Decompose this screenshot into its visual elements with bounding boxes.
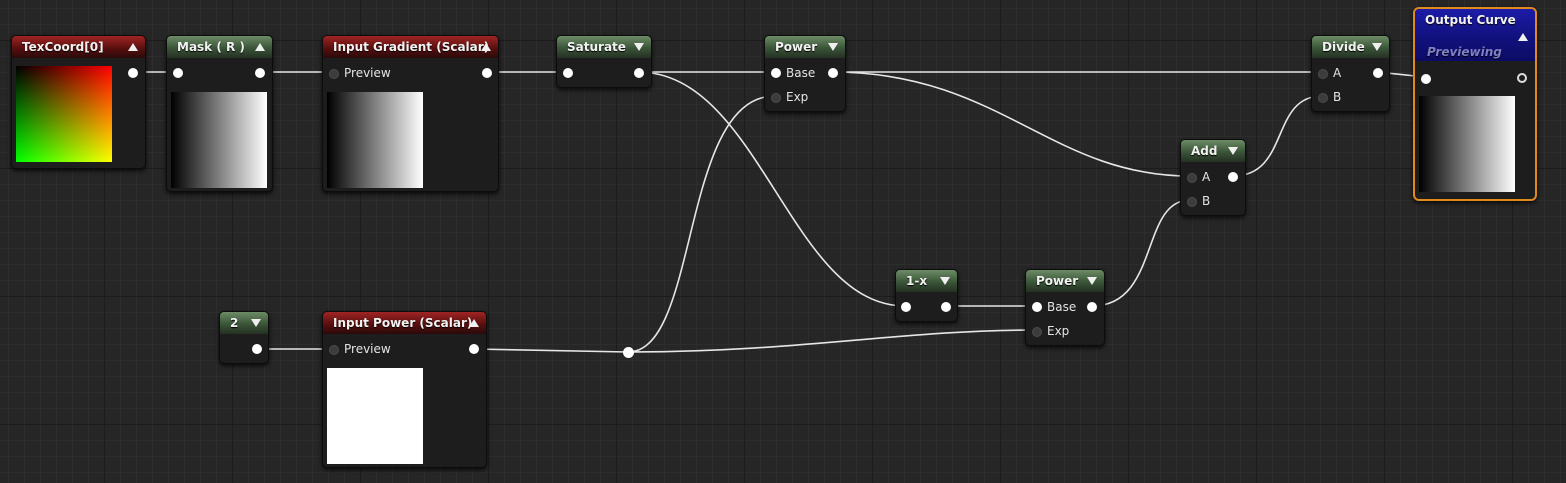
expand-icon[interactable] (1087, 277, 1097, 285)
input-power-preview-label: Preview (344, 342, 391, 356)
divide-a-pin[interactable] (1318, 69, 1328, 79)
collapse-icon[interactable] (1518, 33, 1528, 41)
divide-b-pin[interactable] (1318, 93, 1328, 103)
mask-input-pin[interactable] (173, 68, 183, 78)
power-top-title: Power (775, 40, 818, 54)
mask-title: Mask ( R ) (177, 40, 245, 54)
divide-a-label: A (1333, 66, 1342, 80)
input-power-header[interactable]: Input Power (Scalar) (323, 312, 486, 334)
divide-header[interactable]: Divide (1312, 36, 1389, 58)
power-bottom-output-pin[interactable] (1087, 302, 1097, 312)
wire-reroute-power-exp (627, 95, 776, 353)
constant-node[interactable]: 2 (219, 311, 269, 364)
one-minus-node[interactable]: 1-x (895, 269, 958, 322)
power-top-exp-label: Exp (786, 90, 809, 104)
output-curve-header[interactable]: Output Curve Previewing (1415, 9, 1535, 61)
add-b-pin[interactable] (1187, 197, 1197, 207)
output-curve-input-pin[interactable] (1421, 74, 1431, 84)
add-a-pin[interactable] (1187, 173, 1197, 183)
wire-input-power-reroute (472, 348, 629, 353)
expand-icon[interactable] (634, 43, 644, 51)
power-top-output-pin[interactable] (828, 68, 838, 78)
mask-preview (171, 92, 267, 188)
constant-header[interactable]: 2 (220, 312, 268, 334)
saturate-header[interactable]: Saturate (557, 36, 651, 58)
reroute-node[interactable] (623, 347, 634, 358)
input-power-preview-pin[interactable] (329, 345, 339, 355)
one-minus-header[interactable]: 1-x (896, 270, 957, 292)
mask-node[interactable]: Mask ( R ) (166, 35, 273, 192)
input-gradient-preview-pin[interactable] (329, 69, 339, 79)
one-minus-output-pin[interactable] (941, 302, 951, 312)
power-bottom-title: Power (1036, 274, 1079, 288)
input-power-title: Input Power (Scalar) (333, 316, 473, 330)
input-gradient-preview (327, 92, 423, 188)
mask-header[interactable]: Mask ( R ) (167, 36, 272, 58)
expand-icon[interactable] (1372, 43, 1382, 51)
add-b-label: B (1202, 194, 1211, 208)
expand-icon[interactable] (1228, 147, 1238, 155)
wire-reroute-power-bottom-exp (627, 329, 1037, 353)
expand-icon[interactable] (940, 277, 950, 285)
output-curve-previewing-label: Previewing (1427, 45, 1502, 59)
power-bottom-exp-label: Exp (1047, 324, 1070, 338)
add-output-pin[interactable] (1228, 172, 1238, 182)
expand-icon[interactable] (828, 43, 838, 51)
input-power-output-pin[interactable] (469, 344, 479, 354)
divide-output-pin[interactable] (1373, 68, 1383, 78)
output-curve-preview (1419, 96, 1515, 192)
texcoord-node[interactable]: TexCoord[0] (11, 35, 146, 169)
input-gradient-output-pin[interactable] (482, 68, 492, 78)
saturate-input-pin[interactable] (563, 68, 573, 78)
mask-output-pin[interactable] (255, 68, 265, 78)
power-bottom-base-label: Base (1047, 300, 1077, 314)
power-top-base-pin[interactable] (771, 68, 781, 78)
expand-icon[interactable] (251, 319, 261, 327)
collapse-icon[interactable] (128, 43, 138, 51)
input-power-preview (327, 368, 423, 464)
output-curve-output-pin[interactable] (1517, 73, 1527, 83)
divide-b-label: B (1333, 90, 1342, 104)
input-gradient-header[interactable]: Input Gradient (Scalar) (323, 36, 498, 58)
divide-node[interactable]: Divide A B (1311, 35, 1390, 112)
power-top-base-label: Base (786, 66, 816, 80)
input-power-node[interactable]: Input Power (Scalar) Preview (322, 311, 487, 468)
saturate-title: Saturate (567, 40, 626, 54)
power-bottom-base-pin[interactable] (1032, 302, 1042, 312)
constant-output-pin[interactable] (252, 344, 262, 354)
saturate-output-pin[interactable] (634, 68, 644, 78)
add-a-label: A (1202, 170, 1211, 184)
input-gradient-title: Input Gradient (Scalar) (333, 40, 490, 54)
power-bottom-exp-pin[interactable] (1032, 327, 1042, 337)
wire-power-add-a (831, 71, 1191, 177)
texcoord-output-pin[interactable] (128, 68, 138, 78)
collapse-icon[interactable] (481, 43, 491, 51)
texcoord-preview (16, 66, 112, 162)
add-node[interactable]: Add A B (1180, 139, 1246, 216)
saturate-node[interactable]: Saturate (556, 35, 652, 88)
one-minus-title: 1-x (906, 274, 928, 288)
output-curve-title: Output Curve (1425, 13, 1516, 27)
add-header[interactable]: Add (1181, 140, 1245, 162)
power-top-node[interactable]: Power Base Exp (764, 35, 846, 112)
wire-power-add-b (1091, 199, 1191, 307)
wire-add-divide-b (1232, 95, 1323, 177)
add-title: Add (1191, 144, 1218, 158)
input-gradient-preview-label: Preview (344, 66, 391, 80)
collapse-icon[interactable] (255, 43, 265, 51)
texcoord-header[interactable]: TexCoord[0] (12, 36, 145, 58)
power-top-exp-pin[interactable] (771, 93, 781, 103)
output-curve-node[interactable]: Output Curve Previewing (1413, 7, 1537, 201)
power-bottom-node[interactable]: Power Base Exp (1025, 269, 1105, 346)
one-minus-input-pin[interactable] (901, 302, 911, 312)
collapse-icon[interactable] (469, 319, 479, 327)
constant-value: 2 (230, 316, 239, 330)
texcoord-title: TexCoord[0] (22, 40, 104, 54)
input-gradient-node[interactable]: Input Gradient (Scalar) Preview (322, 35, 499, 192)
divide-title: Divide (1322, 40, 1365, 54)
power-bottom-header[interactable]: Power (1026, 270, 1104, 292)
power-top-header[interactable]: Power (765, 36, 845, 58)
